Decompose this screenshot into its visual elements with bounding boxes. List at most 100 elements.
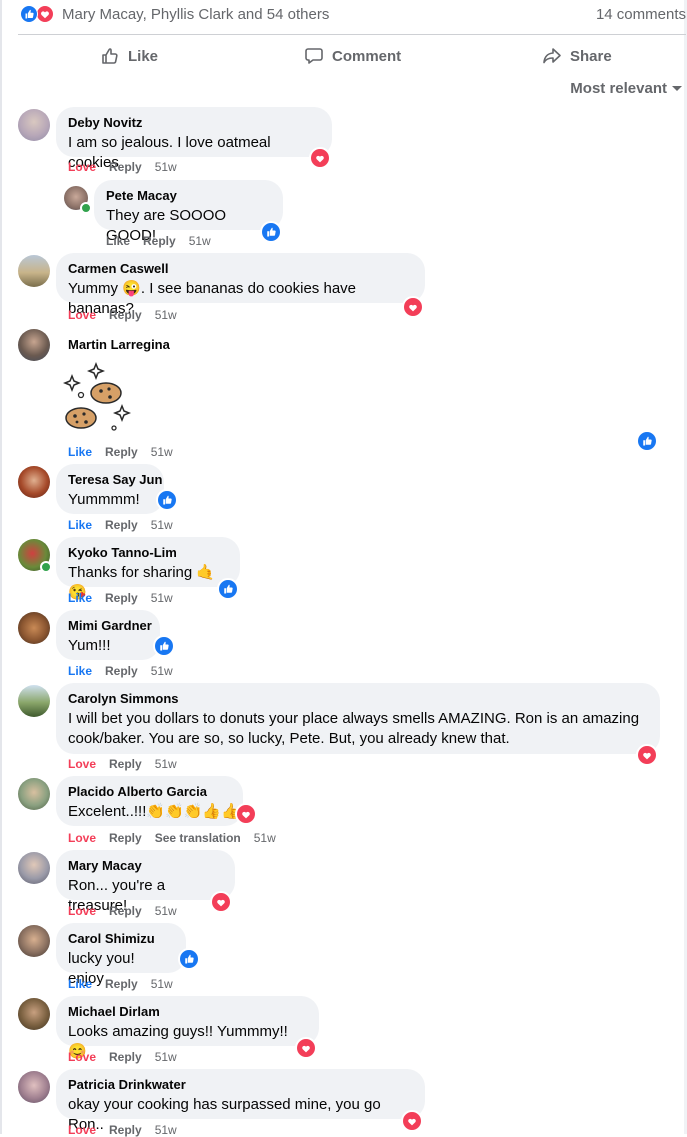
reply-link[interactable]: Reply xyxy=(105,664,138,678)
reaction-link[interactable]: Love xyxy=(68,1123,96,1137)
love-badge-icon[interactable] xyxy=(210,891,232,913)
reaction-link[interactable]: Love xyxy=(68,757,96,771)
reaction-link[interactable]: Like xyxy=(68,518,92,532)
reply-link[interactable]: Reply xyxy=(109,831,142,845)
comment-actions: Love Reply 51w xyxy=(68,1123,190,1137)
avatar[interactable] xyxy=(18,466,50,498)
like-badge-icon[interactable] xyxy=(178,948,200,970)
avatar[interactable] xyxy=(18,255,50,287)
reaction-link[interactable]: Love xyxy=(68,904,96,918)
like-badge-icon[interactable] xyxy=(636,430,658,452)
comment-bubble: Carolyn Simmons I will bet you dollars t… xyxy=(56,683,660,754)
comment-bubble: Carol Shimizu lucky you! enjoy xyxy=(56,923,186,987)
avatar[interactable] xyxy=(18,778,50,810)
love-badge-icon[interactable] xyxy=(401,1110,423,1132)
reaction-icons[interactable] xyxy=(20,4,58,24)
comment-text: Excelent..!!!👏👏👏👍👍 xyxy=(68,803,240,820)
comment-author[interactable]: Pete Macay xyxy=(106,188,271,204)
timestamp[interactable]: 51w xyxy=(151,664,173,678)
avatar[interactable] xyxy=(18,925,50,957)
reply-link[interactable]: Reply xyxy=(109,1050,142,1064)
reply-link[interactable]: Reply xyxy=(143,234,176,248)
timestamp[interactable]: 51w xyxy=(151,977,173,991)
reply-link[interactable]: Reply xyxy=(105,445,138,459)
comment-bubble: Pete Macay They are SOOOO GOOD! xyxy=(94,180,283,244)
timestamp[interactable]: 51w xyxy=(254,831,276,845)
cookies-sticker-icon[interactable] xyxy=(60,362,136,432)
reply-link[interactable]: Reply xyxy=(109,308,142,322)
timestamp[interactable]: 51w xyxy=(151,518,173,532)
comment-author[interactable]: Deby Novitz xyxy=(68,115,320,131)
reaction-link[interactable]: Love xyxy=(68,1050,96,1064)
reaction-link[interactable]: Like xyxy=(68,977,92,991)
love-badge-icon[interactable] xyxy=(309,147,331,169)
reaction-link[interactable]: Like xyxy=(68,664,92,678)
share-button-label: Share xyxy=(570,47,612,65)
comment-bubble: Placido Alberto Garcia Excelent..!!!👏👏👏👍… xyxy=(56,776,243,826)
timestamp[interactable]: 51w xyxy=(155,160,177,174)
comment-author[interactable]: Mimi Gardner xyxy=(68,618,152,634)
love-badge-icon[interactable] xyxy=(295,1037,317,1059)
left-edge xyxy=(0,0,2,1134)
reaction-link[interactable]: Love xyxy=(68,831,96,845)
like-badge-icon[interactable] xyxy=(217,578,239,600)
sort-dropdown[interactable]: Most relevant xyxy=(570,80,683,97)
comment-author[interactable]: Placido Alberto Garcia xyxy=(68,784,231,800)
avatar[interactable] xyxy=(18,109,50,141)
avatar[interactable] xyxy=(18,852,50,884)
comment-bubble: Teresa Say Jun Yummmm! xyxy=(56,464,164,514)
comment-author[interactable]: Carol Shimizu xyxy=(68,931,174,947)
avatar[interactable] xyxy=(18,612,50,644)
timestamp[interactable]: 51w xyxy=(155,1050,177,1064)
avatar[interactable] xyxy=(18,998,50,1030)
timestamp[interactable]: 51w xyxy=(189,234,211,248)
reply-link[interactable]: Reply xyxy=(105,518,138,532)
comment-author[interactable]: Mary Macay xyxy=(68,858,223,874)
reply-link[interactable]: Reply xyxy=(109,757,142,771)
comment-author[interactable]: Michael Dirlam xyxy=(68,1004,307,1020)
like-badge-icon[interactable] xyxy=(156,489,178,511)
comments-count[interactable]: 14 comments xyxy=(596,6,686,23)
comment-author[interactable]: Carmen Caswell xyxy=(68,261,413,277)
love-badge-icon[interactable] xyxy=(636,744,658,766)
love-badge-icon[interactable] xyxy=(402,296,424,318)
comment-bubble: Carmen Caswell Yummy 😜. I see bananas do… xyxy=(56,253,425,317)
reaction-link[interactable]: Like xyxy=(68,445,92,459)
timestamp[interactable]: 51w xyxy=(155,308,177,322)
comment-bubble-icon xyxy=(305,48,323,64)
comment-actions: Love Reply 51w xyxy=(68,308,190,322)
timestamp[interactable]: 51w xyxy=(151,445,173,459)
comment-bubble: Mimi Gardner Yum!!! xyxy=(56,610,160,660)
comment-bubble: Deby Novitz I am so jealous. I love oatm… xyxy=(56,107,332,171)
reply-link[interactable]: Reply xyxy=(109,1123,142,1137)
timestamp[interactable]: 51w xyxy=(155,757,177,771)
like-badge-icon[interactable] xyxy=(260,221,282,243)
reaction-link[interactable]: Love xyxy=(68,308,96,322)
reply-link[interactable]: Reply xyxy=(109,904,142,918)
avatar[interactable] xyxy=(18,1071,50,1103)
comment-bubble: Mary Macay Ron... you're a treasure! xyxy=(56,850,235,914)
reaction-link[interactable]: Like xyxy=(68,591,92,605)
comment-button[interactable]: Comment xyxy=(304,44,401,68)
like-badge-icon[interactable] xyxy=(153,635,175,657)
timestamp[interactable]: 51w xyxy=(151,591,173,605)
avatar[interactable] xyxy=(18,329,50,361)
timestamp[interactable]: 51w xyxy=(155,904,177,918)
like-button[interactable]: Like xyxy=(100,44,158,68)
comment-author[interactable]: Teresa Say Jun xyxy=(68,472,162,488)
timestamp[interactable]: 51w xyxy=(155,1123,177,1137)
comment-author[interactable]: Martin Larregina xyxy=(68,337,170,353)
comment-author[interactable]: Kyoko Tanno-Lim xyxy=(68,545,228,561)
reply-link[interactable]: Reply xyxy=(105,977,138,991)
reply-link[interactable]: Reply xyxy=(105,591,138,605)
like-link[interactable]: Like xyxy=(106,234,130,248)
reactors-text[interactable]: Mary Macay, Phyllis Clark and 54 others xyxy=(62,6,329,23)
reaction-link[interactable]: Love xyxy=(68,160,96,174)
comment-author[interactable]: Carolyn Simmons xyxy=(68,691,648,707)
love-badge-icon[interactable] xyxy=(235,803,257,825)
reply-link[interactable]: Reply xyxy=(109,160,142,174)
see-translation-link[interactable]: See translation xyxy=(155,831,241,845)
avatar[interactable] xyxy=(18,685,50,717)
share-button[interactable]: Share xyxy=(542,44,612,68)
comment-author[interactable]: Patricia Drinkwater xyxy=(68,1077,413,1093)
